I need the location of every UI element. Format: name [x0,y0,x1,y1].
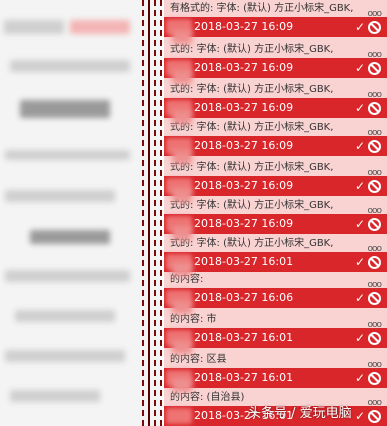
author-avatar [166,408,192,424]
more-icon[interactable]: ooo [367,165,381,176]
reject-icon[interactable] [368,218,381,231]
comment-item[interactable]: 式的: 字体: (默认) 方正小标宋_GBK, ooo 2018-03-27 16:… [164,81,387,118]
comment-header: 2018-03-27 16:01 ✓ [164,368,387,388]
reject-icon[interactable] [368,332,381,345]
accept-icon[interactable]: ✓ [355,136,365,156]
comment-text: 式的: 字体: (默认) 方正小标宋_GBK, ooo [164,235,387,252]
comment-date: 2018-03-27 16:01 [194,371,294,384]
comment-item[interactable]: 有格式的: 字体: (默认) 方正小标宋_GBK, ooo 2018-03-27 1… [164,0,387,37]
comment-item[interactable]: 式的: 字体: (默认) 方正小标宋_GBK, ooo 2018-03-27 16:… [164,235,387,272]
comment-header: 2018-03-27 16:06 ✓ [164,288,387,308]
accept-icon[interactable]: ✓ [355,368,365,388]
more-icon[interactable]: ooo [367,317,381,328]
comment-header: 2018-03-27 16:01 ✓ [164,328,387,348]
reject-icon[interactable] [368,256,381,269]
avatar [172,226,192,240]
comment-text: 式的: 字体: (默认) 方正小标宋_GBK, ooo [164,119,387,136]
comment-header: 2018-03-27 16:09 ✓ [164,58,387,78]
comment-text: 有格式的: 字体: (默认) 方正小标宋_GBK, ooo [164,0,387,17]
comment-date: 2018-03-27 16:09 [194,179,294,192]
reject-icon[interactable] [368,410,381,423]
comment-text: 式的: 字体: (默认) 方正小标宋_GBK, ooo [164,41,387,58]
comment-item[interactable]: 的内容: 区县 ooo 2018-03-27 16:01 ✓ [164,351,387,388]
avatar [172,110,192,124]
avatar [172,70,192,84]
comment-date: 2018-03-27 16:01 [194,331,294,344]
reject-icon[interactable] [368,21,381,34]
comment-date: 2018-03-27 16:09 [194,101,294,114]
comment-header: 2018-03-27 16:09 ✓ [164,136,387,156]
more-icon[interactable]: ooo [367,357,381,368]
comment-date: 2018-03-27 16:09 [194,61,294,74]
comment-header: 2018-03-27 16:09 ✓ [164,176,387,196]
reject-icon[interactable] [368,102,381,115]
comment-date: 2018-03-27 16:01 [194,255,294,268]
comment-text: 的内容: 市 ooo [164,311,387,328]
markup-margin [140,0,164,426]
comment-item[interactable]: 的内容: ooo 2018-03-27 16:06 ✓ [164,271,387,308]
reject-icon[interactable] [368,180,381,193]
comment-text: 式的: 字体: (默认) 方正小标宋_GBK, ooo [164,81,387,98]
comment-item[interactable]: 式的: 字体: (默认) 方正小标宋_GBK, ooo 2018-03-27 16:… [164,159,387,196]
comment-item[interactable]: 的内容: 市 ooo 2018-03-27 16:01 ✓ [164,311,387,348]
more-icon[interactable]: ooo [367,203,381,214]
accept-icon[interactable]: ✓ [355,176,365,196]
more-icon[interactable]: ooo [367,87,381,98]
comment-text: 的内容: ooo [164,271,387,288]
watermark: 头条号 / 爱玩电脑 [248,406,352,421]
comment-item[interactable]: 式的: 字体: (默认) 方正小标宋_GBK, ooo 2018-03-27 16:… [164,41,387,78]
revisions-pane[interactable]: 有格式的: 字体: (默认) 方正小标宋_GBK, ooo 2018-03-27 1… [164,0,387,426]
comment-date: 2018-03-27 16:09 [194,139,294,152]
accept-icon[interactable]: ✓ [355,17,365,37]
accept-icon[interactable]: ✓ [355,288,365,308]
comment-item[interactable]: 式的: 字体: (默认) 方正小标宋_GBK, ooo 2018-03-27 16:… [164,197,387,234]
accept-icon[interactable]: ✓ [355,406,365,426]
document-area [0,0,160,426]
comment-header: 2018-03-27 16:01 ✓ [164,252,387,272]
comment-text: 式的: 字体: (默认) 方正小标宋_GBK, ooo [164,159,387,176]
reject-icon[interactable] [368,62,381,75]
comment-header: 2018-03-27 16:09 ✓ [164,214,387,234]
comment-item[interactable]: 式的: 字体: (默认) 方正小标宋_GBK, ooo 2018-03-27 16:… [164,119,387,156]
avatar [172,30,192,44]
avatar [172,340,192,354]
more-icon[interactable]: ooo [367,241,381,252]
comment-text: 式的: 字体: (默认) 方正小标宋_GBK, ooo [164,197,387,214]
avatar [172,300,192,314]
accept-icon[interactable]: ✓ [355,98,365,118]
avatar [172,188,192,202]
more-icon[interactable]: ooo [367,395,381,406]
comment-header: 2018-03-27 16:09 ✓ [164,17,387,37]
avatar [172,150,192,164]
comment-header: 2018-03-27 16:09 ✓ [164,98,387,118]
reject-icon[interactable] [368,292,381,305]
more-icon[interactable]: ooo [367,6,381,17]
more-icon[interactable]: ooo [367,277,381,288]
comment-text: 的内容: 区县 ooo [164,351,387,368]
avatar [172,262,192,276]
accept-icon[interactable]: ✓ [355,252,365,272]
more-icon[interactable]: ooo [367,125,381,136]
reject-icon[interactable] [368,372,381,385]
comment-date: 2018-03-27 16:06 [194,291,294,304]
accept-icon[interactable]: ✓ [355,328,365,348]
accept-icon[interactable]: ✓ [355,58,365,78]
accept-icon[interactable]: ✓ [355,214,365,234]
comment-date: 2018-03-27 16:09 [194,217,294,230]
avatar [172,378,192,392]
reject-icon[interactable] [368,140,381,153]
comment-date: 2018-03-27 16:09 [194,20,294,33]
more-icon[interactable]: ooo [367,47,381,58]
